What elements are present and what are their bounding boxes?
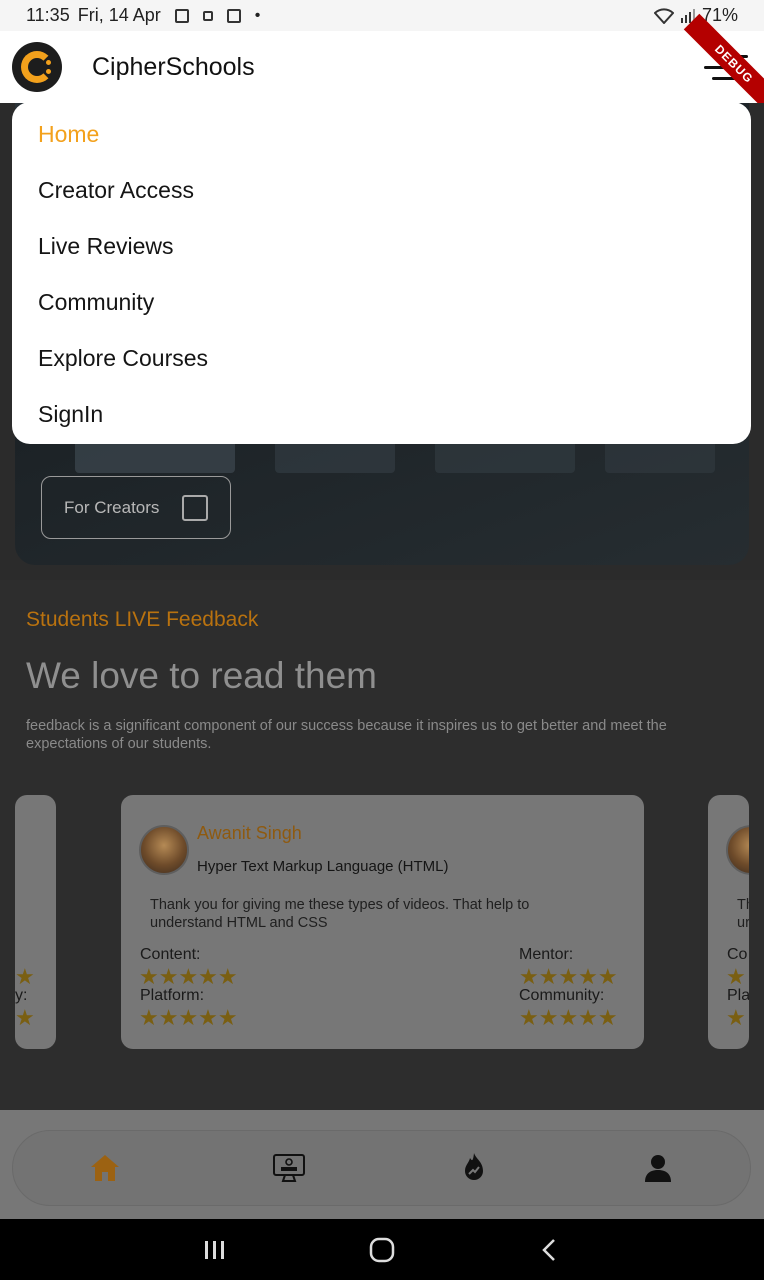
review-quote: Thank you for giving me these types of v…: [150, 897, 530, 931]
rating-label-content: Content:: [140, 946, 201, 963]
review-quote-fragment: ur: [737, 915, 749, 931]
app-title: CipherSchools: [92, 52, 255, 81]
creator-icon: [182, 494, 208, 521]
notification-icon: [202, 10, 213, 21]
feedback-card-prev[interactable]: ★ y: ★: [15, 795, 56, 1049]
nav-home[interactable]: [75, 1138, 135, 1198]
feedback-card[interactable]: Awanit Singh Hyper Text Markup Language …: [121, 795, 644, 1049]
person-icon: [644, 1155, 671, 1182]
menu-item-live-reviews[interactable]: Live Reviews: [38, 233, 174, 260]
rating-stars-content: ★★★★★: [139, 964, 238, 989]
home-system-button[interactable]: [299, 1237, 466, 1263]
menu-item-explore-courses[interactable]: Explore Courses: [38, 345, 208, 372]
feedback-title: We love to read them: [26, 655, 377, 696]
status-date: Fri, 14 Apr: [77, 5, 161, 25]
home-icon: [91, 1155, 120, 1181]
review-quote-fragment: Th: [737, 897, 749, 913]
rating-stars-mentor: ★★★★★: [519, 964, 618, 989]
recent-apps-button[interactable]: [132, 1239, 299, 1261]
rating-label-platform: Platform:: [140, 987, 205, 1004]
menu-item-signin[interactable]: SignIn: [38, 401, 103, 428]
rating-label: Co: [727, 946, 748, 963]
reviewer-avatar: [726, 825, 749, 875]
wifi-icon: [653, 7, 674, 24]
learn-monitor-icon: [273, 1154, 306, 1182]
nav-learn[interactable]: [259, 1138, 319, 1198]
review-course: Hyper Text Markup Language (HTML): [197, 858, 449, 875]
for-creators-button[interactable]: For Creators: [41, 476, 231, 539]
for-creators-label: For Creators: [64, 497, 160, 517]
recents-icon: [205, 1240, 224, 1259]
rating-stars-community: ★★★★★: [519, 1005, 618, 1030]
system-nav-bar: [0, 1219, 764, 1280]
rating-stars: ★: [15, 1005, 35, 1030]
gallery-icon: [174, 8, 189, 23]
nav-profile[interactable]: [628, 1138, 688, 1198]
status-time: 11:35: [26, 5, 70, 25]
rating-stars: ★: [15, 964, 35, 989]
more-notifications-dot-icon: •: [254, 6, 261, 24]
nav-menu: Home Creator Access Live Reviews Communi…: [12, 102, 751, 444]
feedback-card-next[interactable]: Th ur Co ★ Pla ★: [708, 795, 749, 1049]
rating-stars: ★: [726, 964, 746, 989]
app-bar: CipherSchools DEBUG: [0, 13, 764, 115]
rating-stars: ★: [726, 1005, 746, 1030]
cipherschools-logo[interactable]: [12, 42, 62, 92]
rating-label-mentor: Mentor:: [519, 946, 574, 963]
feedback-kicker: Students LIVE Feedback: [26, 608, 259, 631]
reviewer-name: Awanit Singh: [197, 823, 302, 843]
feedback-section: Students LIVE Feedback We love to read t…: [0, 580, 764, 1190]
feedback-description: feedback is a significant component of o…: [26, 718, 667, 752]
back-system-button[interactable]: [466, 1237, 633, 1263]
rating-label: Pla: [727, 987, 749, 1004]
flame-icon: [464, 1153, 483, 1180]
status-bar: 11:35 Fri, 14 Apr • 71%: [0, 0, 764, 31]
rating-label: y:: [15, 987, 28, 1004]
back-chevron-icon: [542, 1238, 555, 1261]
rating-label-community: Community:: [519, 987, 605, 1004]
bottom-nav: [12, 1130, 751, 1206]
rating-stars-platform: ★★★★★: [139, 1005, 238, 1030]
home-circle-icon: [369, 1237, 395, 1262]
menu-item-community[interactable]: Community: [38, 289, 154, 316]
calendar-icon: [226, 8, 241, 23]
reviewer-avatar: [139, 825, 189, 875]
menu-item-creator-access[interactable]: Creator Access: [38, 177, 194, 204]
nav-trending[interactable]: [444, 1138, 504, 1198]
menu-item-home[interactable]: Home: [38, 121, 99, 148]
